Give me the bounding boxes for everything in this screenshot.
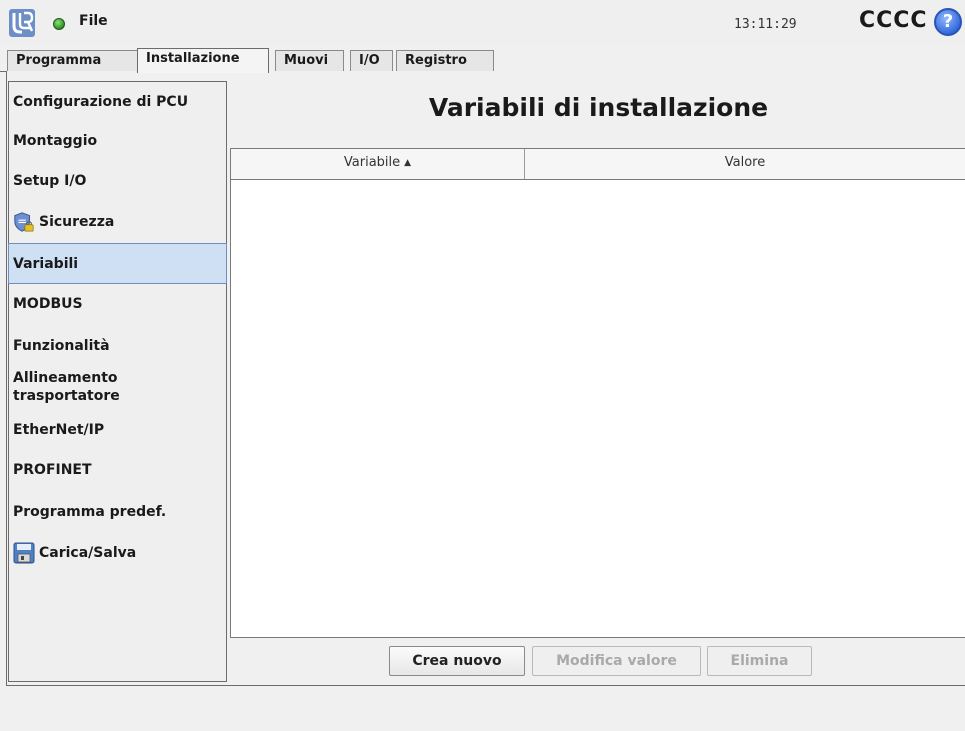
- sidebar-item-label: Programma predef.: [13, 504, 167, 520]
- sidebar-item-label: Setup I/O: [13, 173, 87, 189]
- sidebar-item-label: Montaggio: [13, 133, 98, 149]
- sidebar-item-setup-io[interactable]: Setup I/O: [9, 162, 226, 200]
- sidebar-item-label: Configurazione di PCU: [13, 94, 189, 110]
- sidebar-item-carica-salva[interactable]: Carica/Salva: [9, 533, 226, 573]
- sidebar-item-label: EtherNet/IP: [13, 422, 105, 438]
- tab-installazione[interactable]: Installazione: [137, 48, 269, 73]
- sidebar-item-label: Allineamento trasportatore: [13, 370, 120, 404]
- sort-ascending-icon: ▲: [404, 158, 412, 168]
- table-header: Variabile ▲ Valore: [231, 149, 965, 180]
- tab-io[interactable]: I/O: [350, 50, 393, 72]
- sidebar-item-label: Variabili: [13, 255, 79, 272]
- sidebar-item-variabili[interactable]: Variabili: [8, 243, 227, 284]
- sidebar-item-label: PROFINET: [13, 462, 92, 478]
- universal-robots-logo: [9, 9, 35, 37]
- edit-value-button[interactable]: Modifica valore: [532, 646, 701, 676]
- column-header-variabile[interactable]: Variabile ▲: [231, 149, 525, 179]
- installation-sidebar: Configurazione di PCU Montaggio Setup I/…: [8, 81, 227, 682]
- column-header-label: Valore: [724, 155, 766, 170]
- column-header-label: Variabile: [343, 155, 401, 170]
- sidebar-item-modbus[interactable]: MODBUS: [9, 284, 226, 324]
- floppy-disk-icon: [13, 542, 35, 564]
- sidebar-item-funzionalita[interactable]: Funzionalità: [9, 326, 226, 366]
- file-menu[interactable]: File: [79, 13, 108, 29]
- main-tab-bar: Programma Installazione Muovi I/O Regist…: [0, 48, 965, 73]
- sidebar-item-label: MODBUS: [13, 296, 83, 312]
- help-icon[interactable]: ?: [934, 8, 962, 36]
- robot-status-indicator-icon: [53, 18, 65, 30]
- tab-programma[interactable]: Programma: [7, 50, 138, 72]
- sidebar-item-label: Funzionalità: [13, 338, 110, 354]
- clock: 13:11:29: [734, 17, 797, 32]
- sidebar-item-allineamento-trasportatore[interactable]: Allineamento trasportatore: [9, 365, 149, 409]
- sidebar-item-programma-predef[interactable]: Programma predef.: [9, 491, 226, 533]
- sidebar-item-sicurezza[interactable]: Sicurezza: [9, 201, 226, 243]
- page-title: Variabili di installazione: [428, 93, 769, 122]
- sidebar-item-montaggio[interactable]: Montaggio: [9, 122, 226, 160]
- delete-button[interactable]: Elimina: [707, 646, 812, 676]
- tab-muovi[interactable]: Muovi: [275, 50, 344, 72]
- variables-table[interactable]: Variabile ▲ Valore: [230, 148, 965, 638]
- sidebar-item-label: Sicurezza: [39, 214, 115, 230]
- sidebar-item-configurazione-pcu[interactable]: Configurazione di PCU: [9, 82, 226, 122]
- sidebar-item-label: Carica/Salva: [39, 545, 137, 561]
- sidebar-item-ethernet-ip[interactable]: EtherNet/IP: [9, 410, 226, 450]
- sidebar-item-profinet[interactable]: PROFINET: [9, 450, 226, 490]
- shield-lock-icon: [14, 212, 34, 232]
- create-new-button[interactable]: Crea nuovo: [389, 646, 525, 676]
- column-header-valore[interactable]: Valore: [525, 149, 965, 179]
- robot-name: CCCC: [859, 8, 928, 33]
- top-bar: File 13:11:29 CCCC ?: [0, 0, 965, 44]
- tab-registro[interactable]: Registro: [396, 50, 494, 72]
